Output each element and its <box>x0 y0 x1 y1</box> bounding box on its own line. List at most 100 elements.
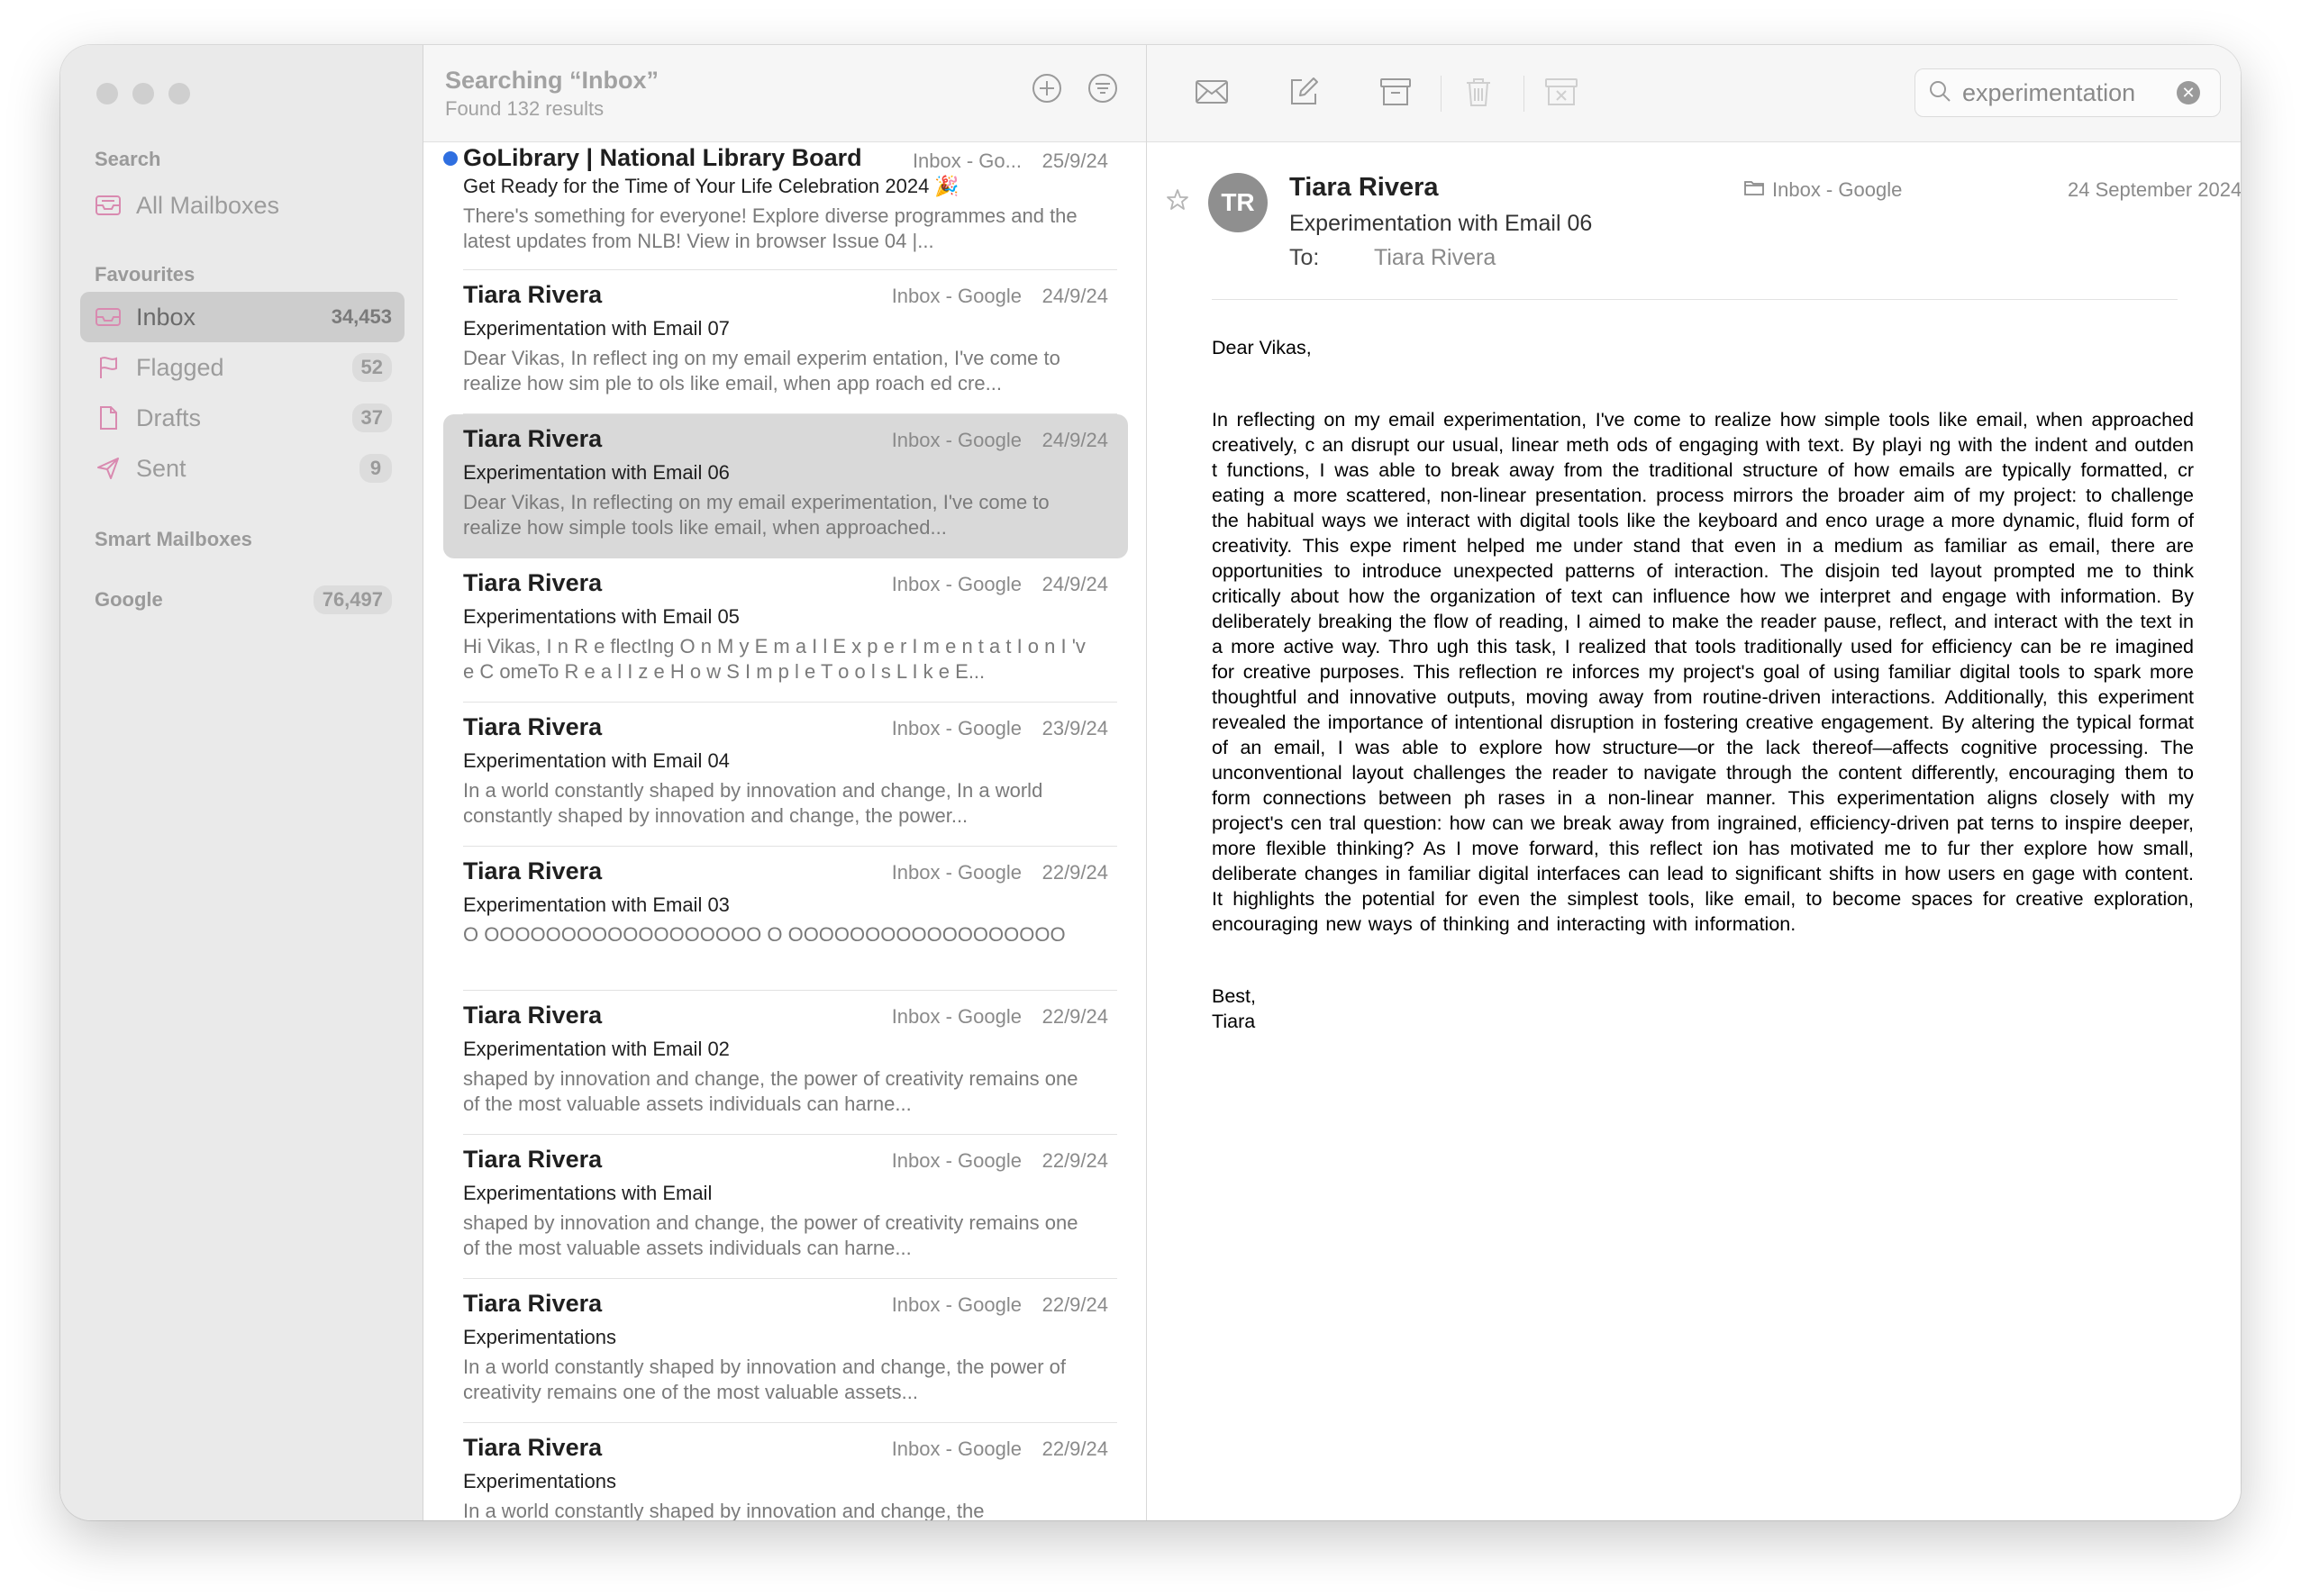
message-date: 24/9/24 <box>1041 285 1108 307</box>
message-sender: Tiara Rivera <box>463 1146 603 1173</box>
message-row[interactable]: Tiara Rivera Inbox - Google 22/9/24 Expe… <box>443 1135 1128 1279</box>
sidebar-item-all-mailboxes[interactable]: All Mailboxes <box>80 180 405 231</box>
to-label: To: <box>1289 245 1320 270</box>
sidebar-item-label: Drafts <box>136 404 202 431</box>
message-row[interactable]: Tiara Rivera Inbox - Google 22/9/24 Expe… <box>443 991 1128 1135</box>
message-row[interactable]: Tiara Rivera Inbox - Google 22/9/24 Expe… <box>443 1279 1128 1423</box>
email-date: 24 September 2024 at 11:10 AM <box>2068 178 2241 201</box>
message-mailbox: Inbox - Google <box>891 429 1022 451</box>
message-date: 22/9/24 <box>1041 861 1108 884</box>
filter-button[interactable] <box>1085 72 1121 108</box>
zoom-window-button[interactable] <box>168 83 190 104</box>
sidebar-item-label: Flagged <box>136 353 224 381</box>
message-mailbox: Inbox - Google <box>891 1437 1022 1460</box>
sidebar-item-drafts[interactable]: Drafts 37 <box>80 393 405 443</box>
message-sender: Tiara Rivera <box>463 281 603 308</box>
filter-circle-icon <box>1087 72 1119 109</box>
junk-button[interactable] <box>1542 74 1581 113</box>
compose-button[interactable] <box>1284 74 1323 113</box>
message-date: 24/9/24 <box>1041 429 1108 451</box>
star-icon[interactable] <box>1165 187 1192 214</box>
message-row[interactable]: Tiara Rivera Inbox - Google 22/9/24 Expe… <box>443 1423 1128 1520</box>
sidebar-item-sent[interactable]: Sent 9 <box>80 443 405 494</box>
message-subject: Experimentations <box>463 1326 616 1348</box>
sidebar-item-inbox[interactable]: Inbox 34,453 <box>80 292 405 342</box>
sidebar-item-flagged[interactable]: Flagged 52 <box>80 342 405 393</box>
message-sender: Tiara Rivera <box>463 1002 603 1029</box>
envelope-icon <box>1194 77 1230 111</box>
drafts-count: 37 <box>351 404 392 432</box>
archive-button[interactable] <box>1376 74 1415 113</box>
message-subject: Experimentations with Email 05 <box>463 605 740 628</box>
email-signoff: Best, <box>1212 985 1256 1007</box>
folder-icon <box>1743 178 1765 202</box>
message-subject: Experimentation with Email 07 <box>463 317 730 340</box>
get-mail-button[interactable] <box>1192 74 1232 113</box>
google-count: 76,497 <box>313 585 392 614</box>
email-signature: Tiara <box>1212 1011 1256 1032</box>
message-row[interactable]: GoLibrary | National Library Board Inbox… <box>443 133 1128 270</box>
document-icon <box>93 403 123 433</box>
mailbox-label: Inbox - Google <box>1743 178 1902 202</box>
smart-mailboxes-section-label: Smart Mailboxes <box>95 528 252 550</box>
unread-count: 34,453 <box>331 305 392 328</box>
message-sender: Tiara Rivera <box>463 569 603 596</box>
recipient-name[interactable]: Tiara Rivera <box>1374 245 1496 271</box>
search-field[interactable]: ✕ <box>1914 68 2221 117</box>
message-date: 23/9/24 <box>1041 717 1108 739</box>
message-row-selected[interactable]: Tiara Rivera Inbox - Google 24/9/24 Expe… <box>443 414 1128 558</box>
paper-plane-icon <box>93 453 123 484</box>
delete-button[interactable] <box>1459 74 1498 113</box>
message-row[interactable]: Tiara Rivera Inbox - Google 23/9/24 Expe… <box>443 703 1128 847</box>
sidebar-item-label: Sent <box>136 454 186 482</box>
message-subject: Experimentation with Email 06 <box>463 461 730 484</box>
search-icon <box>1928 79 1951 107</box>
message-row[interactable]: Tiara Rivera Inbox - Google 22/9/24 Expe… <box>443 847 1128 991</box>
minimize-window-button[interactable] <box>132 83 154 104</box>
message-list-header: Searching “Inbox” Found 132 results <box>423 45 1146 142</box>
list-title: Searching “Inbox” <box>445 67 659 94</box>
message-mailbox: Inbox - Google <box>891 861 1022 884</box>
message-sender: Tiara Rivera <box>463 713 603 740</box>
compose-icon <box>1287 76 1320 113</box>
close-window-button[interactable] <box>96 83 118 104</box>
message-preview: shaped by innovation and change, the pow… <box>463 1211 1078 1259</box>
message-row[interactable]: Tiara Rivera Inbox - Google 24/9/24 Expe… <box>443 558 1128 703</box>
search-input[interactable] <box>1962 78 2169 107</box>
sidebar-item-google[interactable]: Google 76,497 <box>80 575 405 625</box>
message-date: 24/9/24 <box>1041 573 1108 595</box>
message-mailbox: Inbox - Google <box>891 285 1022 307</box>
message-preview: Hi Vikas, I n R e flectIng O n M y E m a… <box>463 635 1086 683</box>
sidebar-item-label: Google <box>95 588 163 611</box>
add-filter-button[interactable] <box>1029 72 1065 108</box>
message-mailbox: Inbox - Go... <box>912 150 1022 172</box>
message-date: 22/9/24 <box>1041 1293 1108 1316</box>
message-preview: There's something for everyone! Explore … <box>463 204 1078 252</box>
message-preview: Dear Vikas, In reflect ing on my email e… <box>463 347 1060 394</box>
message-preview: In a world constantly shaped by innovati… <box>463 779 1043 827</box>
junk-box-icon <box>1543 77 1579 112</box>
tray-icon <box>93 190 123 221</box>
sent-count: 9 <box>359 454 392 483</box>
email-body-paragraph: In reflecting on my email experimentatio… <box>1212 409 2194 935</box>
message-mailbox: Inbox - Google <box>891 717 1022 739</box>
message-sender: Tiara Rivera <box>463 1290 603 1317</box>
sender-name[interactable]: Tiara Rivera <box>1289 173 1439 203</box>
trash-icon <box>1463 76 1494 113</box>
window-controls <box>96 83 190 104</box>
email-greeting: Dear Vikas, <box>1212 337 1312 358</box>
flagged-count: 52 <box>351 353 392 382</box>
clear-search-icon[interactable]: ✕ <box>2177 81 2200 104</box>
message-preview: O OOOOOOOOOOOOOOOOOO O OOOOOOOOOOOOOOOOO… <box>463 923 1066 946</box>
toolbar: ✕ <box>1147 45 2241 142</box>
sidebar: Search All Mailboxes Favourites Inbox 34… <box>60 45 423 1520</box>
message-subject: Experimentation with Email 04 <box>463 749 730 772</box>
message-date: 22/9/24 <box>1041 1437 1108 1460</box>
unread-dot-icon <box>443 151 458 166</box>
message-subject: Experimentation with Email 03 <box>463 893 730 916</box>
mail-window: Search All Mailboxes Favourites Inbox 34… <box>60 45 2241 1520</box>
message-mailbox: Inbox - Google <box>891 1005 1022 1028</box>
message-list: Searching “Inbox” Found 132 results GoLi… <box>423 45 1147 1520</box>
message-row[interactable]: Tiara Rivera Inbox - Google 24/9/24 Expe… <box>443 270 1128 414</box>
message-sender: GoLibrary | National Library Board <box>463 144 862 171</box>
